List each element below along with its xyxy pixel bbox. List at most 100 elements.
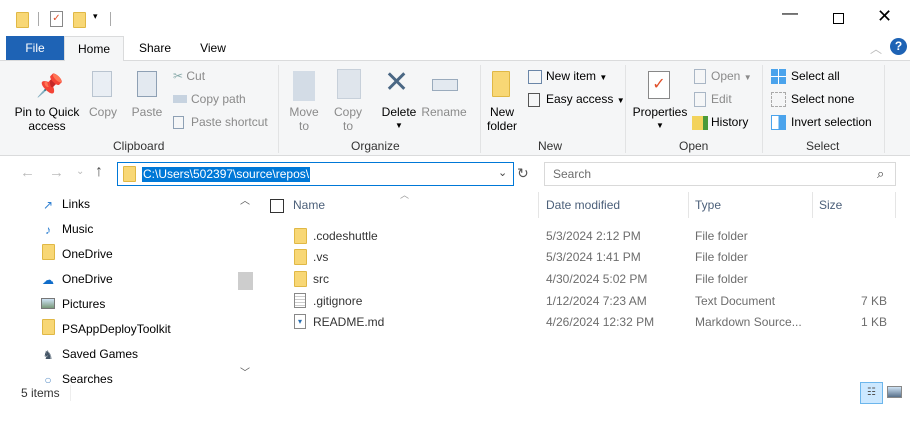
- tab-home[interactable]: Home: [64, 36, 124, 61]
- file-row[interactable]: .codeshuttle 5/3/2024 2:12 PM File folder: [290, 226, 895, 246]
- column-divider[interactable]: [895, 192, 896, 218]
- file-row[interactable]: .vs 5/3/2024 1:41 PM File folder: [290, 247, 895, 267]
- address-path[interactable]: C:\Users\502397\source\repos\: [142, 167, 311, 182]
- label: Cut: [186, 69, 206, 83]
- customize-qat-icon[interactable]: ▾: [93, 11, 98, 22]
- copy-to-button[interactable]: Copy to: [328, 105, 368, 133]
- column-divider[interactable]: [812, 192, 813, 218]
- scroll-up-icon[interactable]: ︿: [240, 192, 250, 207]
- nav-scrollbar[interactable]: ︿ ﹀: [237, 192, 254, 383]
- file-name: .vs: [313, 250, 329, 264]
- nav-item-saved-games[interactable]: ♞ Saved Games: [40, 344, 138, 364]
- column-header-date[interactable]: Date modified: [546, 198, 620, 212]
- nav-item-links[interactable]: ↗ Links: [40, 194, 90, 214]
- edit-button[interactable]: Edit: [694, 92, 732, 108]
- nav-item-onedrive[interactable]: ☁ OneDrive: [40, 269, 113, 289]
- invert-selection-button[interactable]: Invert selection: [771, 115, 872, 131]
- select-none-button[interactable]: Select none: [771, 92, 854, 108]
- history-button[interactable]: History: [692, 115, 748, 130]
- tab-file[interactable]: File: [6, 36, 64, 60]
- address-bar[interactable]: C:\Users\502397\source\repos\ ⌄: [117, 162, 514, 186]
- help-icon[interactable]: ?: [890, 38, 907, 55]
- folder-icon: [40, 244, 56, 266]
- label: OneDrive: [62, 247, 113, 262]
- label: to: [298, 119, 309, 133]
- copy-path-button[interactable]: Copy path: [173, 92, 246, 106]
- group-label-open: Open: [679, 139, 709, 153]
- label: New: [489, 105, 514, 119]
- move-to-button[interactable]: Move to: [284, 105, 324, 133]
- dropdown-arrow-icon: ▼: [395, 121, 403, 130]
- label: folder: [486, 119, 518, 133]
- label: Copy: [333, 105, 362, 119]
- open-button[interactable]: Open ▼: [694, 69, 752, 85]
- label: to: [342, 119, 353, 133]
- cut-button[interactable]: ✂ Cut: [173, 69, 205, 83]
- details-view-button[interactable]: ☷: [860, 382, 883, 404]
- nav-item-searches[interactable]: ○ Searches: [40, 369, 112, 383]
- minimize-button[interactable]: —: [780, 5, 800, 23]
- large-icons-view-button[interactable]: [887, 386, 902, 398]
- file-row[interactable]: src 4/30/2024 5:02 PM File folder: [290, 269, 895, 289]
- pictures-icon: [40, 295, 56, 315]
- folder-icon[interactable]: [16, 12, 29, 28]
- new-folder-icon[interactable]: [73, 12, 86, 28]
- new-folder-button[interactable]: New folder: [482, 105, 522, 133]
- select-all-checkbox[interactable]: [270, 199, 284, 213]
- refresh-button[interactable]: ↻: [517, 165, 529, 182]
- scroll-down-icon[interactable]: ﹀: [240, 364, 250, 379]
- nav-item-psappdeploytoolkit[interactable]: PSAppDeployToolkit: [40, 319, 171, 339]
- back-button[interactable]: ←: [20, 164, 35, 181]
- easy-access-button[interactable]: Easy access ▼: [528, 92, 625, 107]
- column-divider[interactable]: [538, 192, 539, 218]
- column-divider[interactable]: [688, 192, 689, 218]
- copy-button[interactable]: Copy: [86, 105, 120, 119]
- file-type: File folder: [695, 250, 748, 264]
- search-box[interactable]: Search ⌕: [544, 162, 896, 186]
- file-row[interactable]: ▾ README.md 4/26/2024 12:32 PM Markdown Sou…: [290, 312, 895, 332]
- nav-item-music[interactable]: ♪ Music: [40, 219, 93, 239]
- file-size: 1 KB: [860, 315, 887, 329]
- up-button[interactable]: ↑: [95, 163, 103, 181]
- label: PSAppDeployToolkit: [62, 322, 171, 337]
- column-header-size[interactable]: Size: [819, 198, 842, 212]
- properties-button[interactable]: Properties ▼: [630, 105, 690, 133]
- label: OneDrive: [62, 272, 113, 286]
- tab-view[interactable]: View: [190, 36, 236, 60]
- properties-icon[interactable]: ✓: [50, 11, 63, 27]
- file-type: File folder: [695, 229, 748, 243]
- nav-item-pictures[interactable]: Pictures: [40, 294, 105, 314]
- sort-ascending-icon: ︿: [400, 190, 410, 200]
- scrollbar-thumb[interactable]: [238, 272, 253, 290]
- paste-shortcut-button[interactable]: Paste shortcut: [173, 115, 268, 130]
- maximize-button[interactable]: [833, 13, 844, 24]
- group-label-select: Select: [806, 139, 840, 153]
- tab-share[interactable]: Share: [130, 36, 180, 60]
- markdown-file-icon: ▾: [294, 314, 306, 329]
- forward-button[interactable]: →: [49, 164, 64, 181]
- paste-button[interactable]: Paste: [128, 105, 166, 119]
- select-none-icon: [771, 92, 786, 108]
- history-icon: [692, 115, 708, 130]
- close-button[interactable]: ✕: [877, 6, 892, 27]
- nav-item-onedrive-folder[interactable]: OneDrive: [40, 244, 113, 264]
- new-item-button[interactable]: New item ▼: [528, 69, 607, 84]
- chevron-down-icon[interactable]: ⌄: [498, 166, 507, 179]
- label: Properties: [632, 105, 688, 119]
- recent-locations-button[interactable]: ⌄: [76, 166, 84, 177]
- pin-to-quick-access-button[interactable]: Pin to Quick access: [10, 105, 84, 133]
- column-header-type[interactable]: Type: [695, 198, 721, 212]
- collapse-ribbon-icon[interactable]: ︿: [870, 40, 882, 57]
- column-header-name[interactable]: Name: [293, 198, 325, 212]
- divider: [480, 65, 481, 153]
- file-size: 7 KB: [860, 294, 887, 308]
- paste-icon: [137, 71, 157, 97]
- divider: [625, 65, 626, 153]
- select-all-button[interactable]: Select all: [771, 69, 840, 85]
- item-count: 5 items: [21, 386, 60, 400]
- dropdown-arrow-icon: ▼: [599, 73, 608, 82]
- delete-button[interactable]: Delete ▼: [378, 105, 420, 133]
- file-row[interactable]: .gitignore 1/12/2024 7:23 AM Text Document…: [290, 291, 895, 311]
- rename-button[interactable]: Rename: [420, 105, 468, 119]
- search-input[interactable]: Search: [553, 167, 591, 181]
